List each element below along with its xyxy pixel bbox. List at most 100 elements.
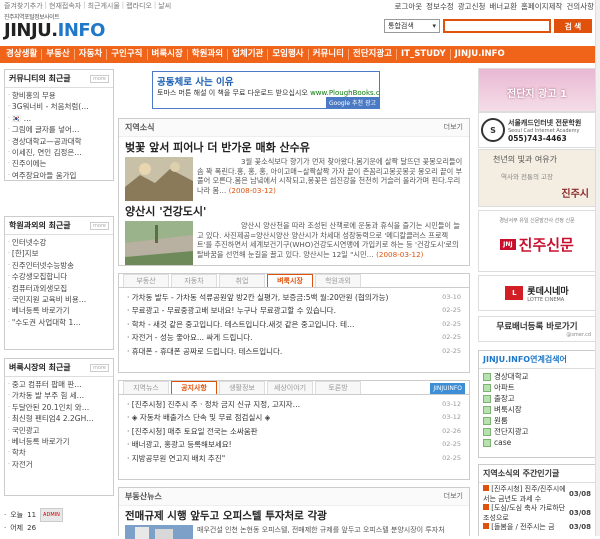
more-button[interactable]: more xyxy=(90,221,109,230)
free-banner-link[interactable]: 무료배너등록 바로가기 @smer.cd xyxy=(478,316,596,342)
nav-jobs[interactable]: 구인구직 xyxy=(107,49,148,60)
tab-flea[interactable]: 벼룩시장 xyxy=(267,274,313,287)
list-item[interactable]: 벼룩시장 xyxy=(483,404,591,415)
list-item[interactable]: · 진주인터넷수능방송 xyxy=(8,260,110,271)
list-item[interactable]: [도심/도심 축사 가로하단 조성으로 03/08 xyxy=(483,504,591,523)
jinju-newspaper-ad[interactable]: 경남서부 유일 신문발간사 선정 신문 JNJ 진주신문 xyxy=(478,210,596,272)
news-photo[interactable] xyxy=(125,157,193,201)
list-item[interactable]: · 이세진, 연인 김정은… xyxy=(8,147,110,158)
table-row[interactable]: · ◈ 자동차 배출가스 단속 및 무료 점검실시 ◈ 03-12 xyxy=(127,411,461,424)
list-item[interactable]: · 향비홍의 무용 xyxy=(8,90,110,101)
list-item[interactable]: · 가차동 발 부주 힘 세… xyxy=(8,390,110,401)
list-item[interactable]: 경상대학교 xyxy=(483,371,591,382)
nav-flea[interactable]: 벼룩시장 xyxy=(148,49,188,60)
list-item[interactable]: · [한]지보 xyxy=(8,248,110,259)
list-item[interactable]: · 경상대학교—공과대학 xyxy=(8,136,110,147)
vertical-scrollbar[interactable] xyxy=(595,0,600,536)
nav-jinjuinfo[interactable]: JINJU.INFO xyxy=(451,49,509,60)
list-item[interactable]: 출장고 xyxy=(483,393,591,404)
nav-itstudy[interactable]: IT_STUDY xyxy=(397,49,451,60)
top-link-recent[interactable]: 최근게시물 xyxy=(88,1,120,10)
list-item[interactable]: · 자전거 xyxy=(8,459,110,470)
list-item[interactable]: · 컴퓨터과외생모집 xyxy=(8,283,110,294)
search-input[interactable] xyxy=(443,19,551,33)
table-row[interactable]: · 자전거 - 성능 좋아요... 싸게 드립니다. 02-25 xyxy=(127,331,461,344)
news-headline[interactable]: 양산시 '건강도시' xyxy=(119,201,469,221)
profile-link[interactable]: 정보수정 xyxy=(426,1,454,12)
logout-link[interactable]: 로그아웃 xyxy=(395,1,423,12)
tab-notice[interactable]: 공지사항 xyxy=(171,381,217,394)
list-item[interactable]: · 그림에 글자를 넣어… xyxy=(8,124,110,135)
cad-academy-ad[interactable]: S 서울캐드인터넷 전문학원 Seoul Cad Internet Academ… xyxy=(478,112,596,148)
top-link-radio[interactable]: 랩라디오 xyxy=(126,1,152,10)
list-item[interactable]: · 인터넷수강 xyxy=(8,237,110,248)
table-row[interactable]: · [진주시청] 진주시 주 · 정차 금지 신규 지정, 고지자… 03-12 xyxy=(127,398,461,411)
tab-jobs[interactable]: 취업 xyxy=(219,274,265,287)
more-link[interactable]: 더보기 xyxy=(444,491,463,502)
list-item[interactable]: [돌봄을 / 전주시는 금 03/08 xyxy=(483,523,591,533)
list-item[interactable]: · 국민광고 xyxy=(8,425,110,436)
list-item[interactable]: 원룸 xyxy=(483,415,591,426)
jinju-city-ad[interactable]: 천년의 빛과 여유가 역사와 전통의 고장 진주시 xyxy=(478,149,596,207)
more-link[interactable]: 더보기 xyxy=(444,122,463,133)
list-item[interactable]: [진주시청] 진주/진주시에서는 금년도 과세 수 03/08 xyxy=(483,485,591,504)
more-button[interactable]: more xyxy=(90,74,109,83)
tab-car[interactable]: 자동차 xyxy=(171,274,217,287)
nav-community[interactable]: 커뮤니티 xyxy=(309,49,349,60)
flyer-ad-banner[interactable]: 전단지 광고 1 xyxy=(478,68,596,112)
banner-exchange-link[interactable]: 배너교환 xyxy=(489,1,517,12)
news-headline[interactable]: 벚꽃 앞서 피어나 더 반가운 매화 산수유 xyxy=(119,137,469,157)
list-item[interactable]: case xyxy=(483,437,591,448)
nav-events[interactable]: 모임행사 xyxy=(268,49,309,60)
nav-car[interactable]: 자동차 xyxy=(75,49,108,60)
google-ad[interactable]: 공동체로 사는 이유 토마스 머튼 해설 이 책을 무료 다운로드 받으십시오 … xyxy=(152,71,380,109)
table-row[interactable]: · 학차 - 새것 같은 중고입니다. 테스트입니다.새것 같은 중고입니다. … xyxy=(127,318,461,331)
list-item[interactable]: · 국민지원 교육비 비용… xyxy=(8,294,110,305)
site-logo[interactable]: 진주지역포털정보사이트 JINJU.INFO xyxy=(4,12,105,46)
tab-realestate[interactable]: 부동산 xyxy=(123,274,169,287)
table-row[interactable]: · 지방공무원 연고지 배치 추진" 02-25 xyxy=(127,452,461,465)
tab-local-news[interactable]: 지역뉴스 xyxy=(123,381,169,394)
table-row[interactable]: · [진주시청] 매주 토요일 전국는 소싸움판 02-26 xyxy=(127,425,461,438)
nav-business[interactable]: 업체기관 xyxy=(228,49,269,60)
news-photo[interactable] xyxy=(125,221,193,265)
lotte-cinema-ad[interactable]: L 롯데시네마 LOTTE CINEMA xyxy=(478,275,596,311)
tab-world-story[interactable]: 세상이야기 xyxy=(267,381,313,394)
suggestion-link[interactable]: 건의사항 xyxy=(566,1,594,12)
more-button[interactable]: more xyxy=(90,363,109,372)
list-item[interactable]: · 두달안된 20.1인치 와… xyxy=(8,402,110,413)
list-item[interactable]: · 최신형 펜티엄4 2.2GH… xyxy=(8,413,110,424)
search-scope-select[interactable]: 통합검색 ▾ xyxy=(384,19,440,33)
list-item[interactable]: 아파트 xyxy=(483,382,591,393)
nav-realestate[interactable]: 부동산 xyxy=(42,49,75,60)
table-row[interactable]: · 가차동 발두 - 가차동 석류공원앞 방2칸 실평가, 보증금:5백 월:2… xyxy=(127,291,461,304)
nav-life[interactable]: 경상생활 xyxy=(2,49,43,60)
top-link-visitors[interactable]: 현재접속자 xyxy=(49,1,81,10)
list-item[interactable]: · 여주장요아들 움가입 xyxy=(8,170,110,181)
table-row[interactable]: · 휴대폰 - 휴대폰 공짜로 드립니다. 테스트입니다. 02-25 xyxy=(127,345,461,358)
nav-academy[interactable]: 학원과외 xyxy=(188,49,229,60)
tab-academy[interactable]: 학원과외 xyxy=(315,274,361,287)
list-item[interactable]: · 수강생모집합니다 xyxy=(8,271,110,282)
tab-living-info[interactable]: 생활정보 xyxy=(219,381,265,394)
list-item[interactable]: · 🇰🇷 … xyxy=(8,113,110,124)
list-item[interactable]: 전단지광고 xyxy=(483,426,591,437)
top-link-weather[interactable]: 날씨 xyxy=(158,1,171,10)
realestate-headline[interactable]: 전매규제 시행 앞두고 오피스텔 투자처로 각광 xyxy=(119,506,469,525)
realestate-photo[interactable] xyxy=(125,525,193,539)
list-item[interactable]: · 중고 컴퓨터 팝매 판… xyxy=(8,379,110,390)
table-row[interactable]: · 배너광고, 홍광고 등록해보세요! 02-25 xyxy=(127,438,461,451)
list-item[interactable]: · 베너등록 바로가기 xyxy=(8,436,110,447)
list-item[interactable]: · 3G워너비 - 처음처럼(… xyxy=(8,101,110,112)
search-button[interactable]: 검 색 xyxy=(554,19,592,33)
homepage-link[interactable]: 홈페이지제작 xyxy=(521,1,562,12)
top-link-bookmark[interactable]: 즐겨찾기추가 xyxy=(4,1,43,10)
ad-apply-link[interactable]: 광고신청 xyxy=(458,1,486,12)
list-item[interactable]: · 진주이에는 xyxy=(8,158,110,169)
list-item[interactable]: · "수도권 사업대학 1… xyxy=(8,317,110,328)
table-row[interactable]: · 무료광고 - 무료중광고배 보내요! 누구나 무료광고할 수 있습니다. 02… xyxy=(127,304,461,317)
nav-flyer[interactable]: 전단지광고 xyxy=(349,49,398,60)
list-item[interactable]: · 베너등록 바로가기 xyxy=(8,305,110,316)
tab-debate[interactable]: 토론방 xyxy=(315,381,361,394)
list-item[interactable]: · 학차 xyxy=(8,447,110,458)
